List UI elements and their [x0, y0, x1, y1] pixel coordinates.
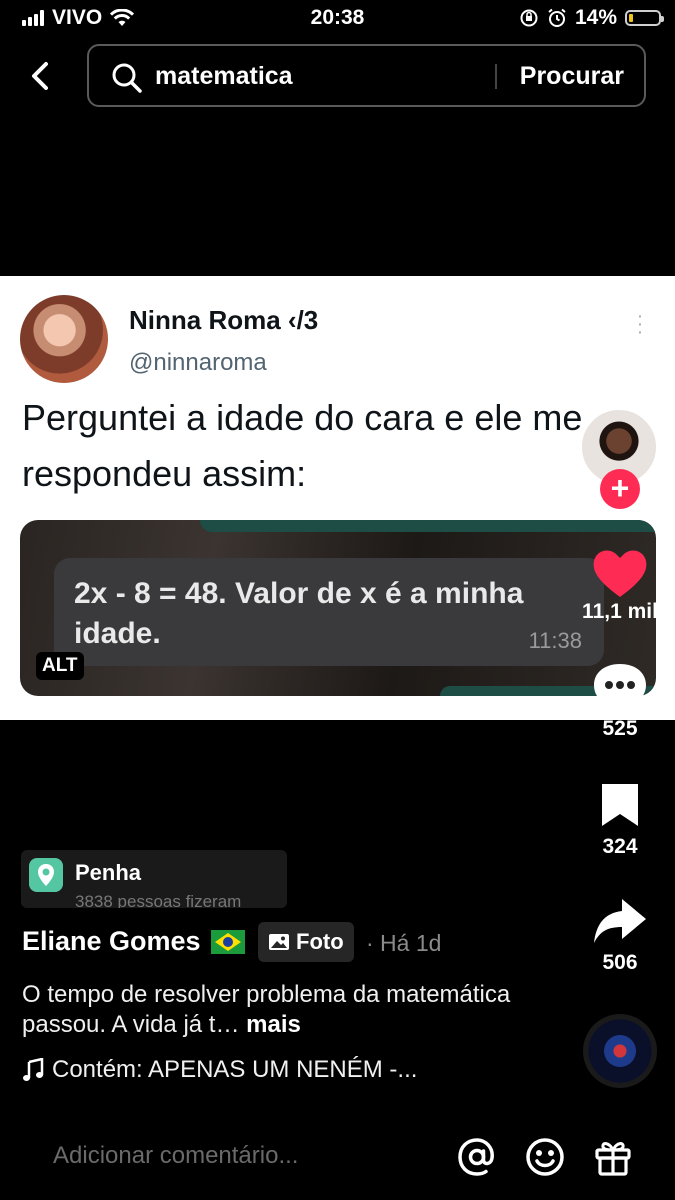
location-name: Penha	[75, 860, 142, 885]
bookmark-icon[interactable]	[590, 780, 650, 830]
post-time: · Há 1d	[366, 930, 442, 956]
more-options-icon: · · ·	[636, 305, 644, 343]
music-note-icon	[23, 1058, 44, 1081]
photo-badge: Foto	[258, 922, 354, 962]
orientation-lock-icon	[520, 9, 538, 27]
follow-button[interactable]: +	[600, 469, 640, 509]
post-author[interactable]: Eliane Gomes	[22, 926, 245, 957]
share-icon[interactable]	[590, 895, 650, 947]
image-icon	[269, 934, 289, 950]
photo-badge-label: Foto	[296, 929, 344, 954]
tweet-author-avatar	[20, 295, 108, 383]
alt-badge[interactable]: ALT	[36, 652, 84, 680]
gift-icon[interactable]	[592, 1136, 634, 1178]
search-bar[interactable]: Procurar	[87, 44, 646, 107]
alarm-icon	[548, 8, 566, 27]
search-button[interactable]: Procurar	[520, 62, 624, 91]
search-divider	[495, 64, 497, 89]
share-count: 506	[602, 951, 638, 974]
chat-time: 11:38	[528, 628, 582, 653]
chat-bubble: 2x - 8 = 48. Valor de x é a minha idade.…	[54, 558, 604, 666]
battery-percent: 14%	[574, 6, 617, 29]
location-pin-icon	[29, 858, 63, 892]
post-caption[interactable]: O tempo de resolver problema da matemáti…	[22, 980, 542, 1040]
comment-icon[interactable]	[590, 660, 650, 716]
tweet-author-handle: @ninnaroma	[129, 349, 267, 376]
brazil-flag-icon	[210, 929, 245, 954]
back-icon[interactable]	[24, 58, 60, 94]
location-tag[interactable]: Penha 3838 pessoas fizeram	[21, 850, 287, 908]
search-input[interactable]	[155, 62, 485, 91]
author-name[interactable]: Eliane Gomes	[22, 926, 201, 957]
emoji-icon[interactable]	[524, 1136, 566, 1178]
status-bar: VIVO 20:38 14%	[0, 0, 675, 38]
tweet-author-name: Ninna Roma ‹/3	[129, 305, 319, 335]
location-subtitle: 3838 pessoas fizeram	[75, 892, 242, 908]
save-count: 324	[602, 835, 638, 858]
status-right: 14%	[519, 6, 664, 30]
search-icon	[112, 63, 142, 93]
comment-input[interactable]: Adicionar comentário...	[53, 1142, 298, 1170]
chat-message: 2x - 8 = 48. Valor de x é a minha idade.	[74, 577, 524, 650]
like-count: 11,1 mil	[582, 600, 658, 623]
like-icon[interactable]	[590, 545, 650, 601]
at-icon[interactable]	[456, 1136, 498, 1178]
battery-icon	[625, 10, 664, 26]
tweet-text: Perguntei a idade do cara e ele me respo…	[22, 397, 583, 494]
comment-bar: Adicionar comentário...	[0, 1110, 675, 1200]
image-decoration	[200, 520, 656, 532]
comment-count: 525	[602, 717, 638, 740]
more-link[interactable]: mais	[246, 1011, 301, 1038]
music-info[interactable]: Contém: APENAS UM NENÉM -...	[22, 1056, 417, 1084]
music-disc[interactable]	[583, 1014, 657, 1088]
music-title: Contém: APENAS UM NENÉM -...	[52, 1056, 418, 1083]
